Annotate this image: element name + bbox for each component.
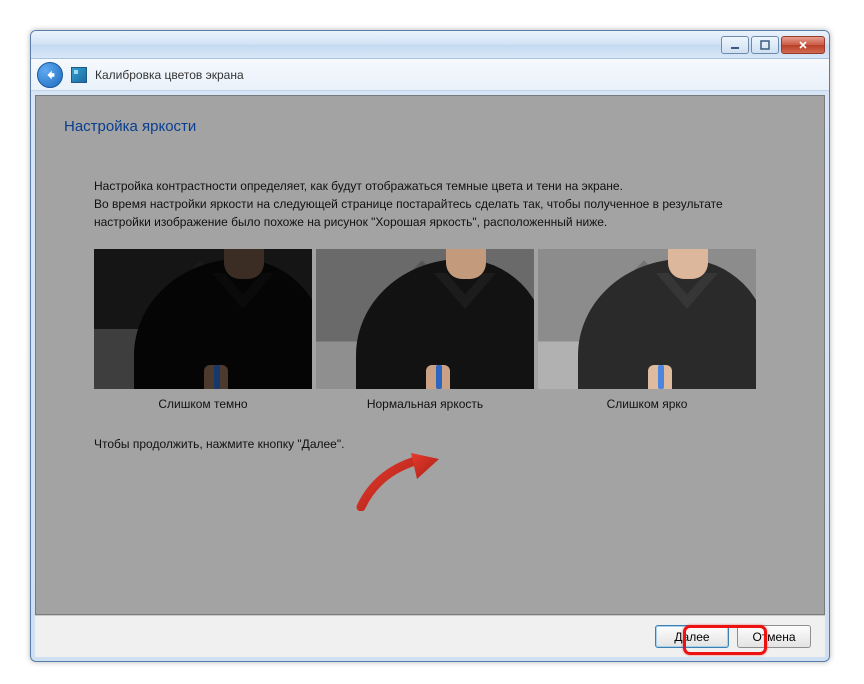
minimize-button[interactable] xyxy=(721,36,749,54)
wizard-footer: Далее Отмена xyxy=(35,615,825,657)
app-icon xyxy=(71,67,87,83)
continue-text: Чтобы продолжить, нажмите кнопку "Далее"… xyxy=(94,437,766,451)
close-icon xyxy=(798,40,808,50)
example-image-bright xyxy=(538,249,756,389)
page-heading: Настройка яркости xyxy=(64,118,796,135)
example-image-dark xyxy=(94,249,312,389)
minimize-icon xyxy=(730,40,740,50)
label-too-dark: Слишком темно xyxy=(94,397,312,411)
nav-strip: Калибровка цветов экрана xyxy=(31,59,829,91)
label-good: Нормальная яркость xyxy=(316,397,534,411)
cancel-button[interactable]: Отмена xyxy=(737,625,811,648)
app-title: Калибровка цветов экрана xyxy=(95,68,244,82)
back-arrow-icon xyxy=(43,68,57,82)
example-image-good xyxy=(316,249,534,389)
back-button[interactable] xyxy=(37,62,63,88)
maximize-icon xyxy=(760,40,770,50)
next-button[interactable]: Далее xyxy=(655,625,729,648)
description-text: Настройка контрастности определяет, как … xyxy=(94,177,766,231)
thumb-good: Нормальная яркость xyxy=(316,249,534,411)
wizard-window: Калибровка цветов экрана Настройка яркос… xyxy=(30,30,830,662)
example-thumbnails: Слишком темно Нормальная яркость Слишком… xyxy=(94,249,766,411)
paragraph-2: Во время настройки яркости на следующей … xyxy=(94,197,723,229)
maximize-button[interactable] xyxy=(751,36,779,54)
label-too-bright: Слишком ярко xyxy=(538,397,756,411)
thumb-too-dark: Слишком темно xyxy=(94,249,312,411)
wizard-content: Настройка яркости Настройка контрастност… xyxy=(35,95,825,615)
paragraph-1: Настройка контрастности определяет, как … xyxy=(94,179,623,193)
titlebar xyxy=(31,31,829,59)
close-button[interactable] xyxy=(781,36,825,54)
thumb-too-bright: Слишком ярко xyxy=(538,249,756,411)
